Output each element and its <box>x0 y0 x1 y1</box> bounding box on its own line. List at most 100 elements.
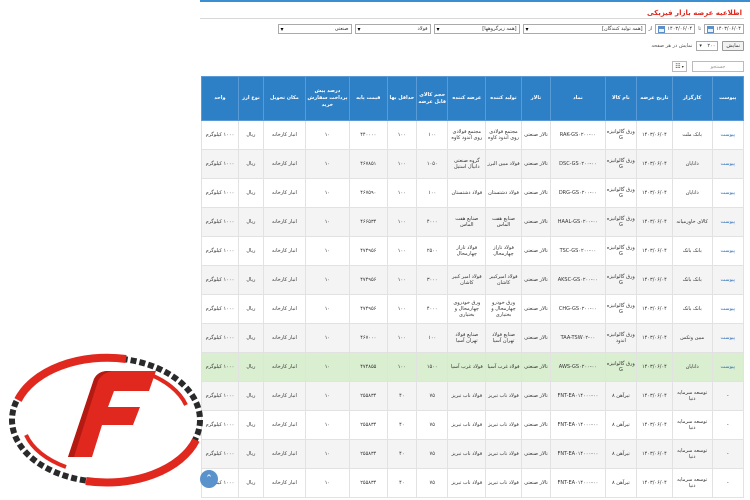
table-cell: - <box>711 410 744 440</box>
column-header[interactable]: واحد <box>201 76 239 121</box>
subgroup-select-value: [همه زیرگروهها] <box>482 26 517 32</box>
table-header-row: پیوست کارگزار تاریخ عرضه نام کالا نماد تالار ت… <box>201 76 744 121</box>
table-cell: ریال <box>237 178 264 208</box>
chevron-down-icon: ▾ <box>525 25 529 33</box>
table-cell: ۱۰۰۰ کیلوگرم <box>201 149 239 179</box>
column-header[interactable]: تاریخ عرضه <box>636 76 673 121</box>
table-cell: ۲۵۵۸۳۴ <box>348 410 388 440</box>
attachment-link[interactable]: پیوست <box>711 207 744 237</box>
table-cell: ۳۰۰۰ <box>415 265 449 295</box>
table-row: - توسعه سرمایه دنیا ۱۴۰۳/۰۶/۰۴ تیرآهن ۸ FNT-… <box>201 468 744 498</box>
table-cell: ۱۰۰۰ کیلوگرم <box>201 120 239 150</box>
attachment-link[interactable]: پیوست <box>711 178 744 208</box>
columns-icon: ☷ <box>675 63 681 70</box>
table-cell: ۲۵۰۰ <box>415 236 449 266</box>
search-input[interactable]: جستجو <box>692 61 744 72</box>
column-header[interactable]: قیمت پایه <box>348 76 388 121</box>
column-header[interactable]: عرضه کننده <box>447 76 487 121</box>
table-cell: ریال <box>237 294 264 324</box>
scroll-to-top-button[interactable]: ⌃ <box>200 470 218 488</box>
table-cell: صنایع فولاد تهران آسیا <box>485 323 522 353</box>
table-cell: توسعه سرمایه دنیا <box>671 381 713 411</box>
table-cell: فولاد ناب تبریز <box>447 381 487 411</box>
table-cell: ۲۵۵۸۳۴ <box>348 468 388 498</box>
table-cell: ورق خودرو چهارمحال و بختیاری <box>485 294 522 324</box>
title-divider <box>200 18 744 19</box>
table-cell: ۱۴۰۳/۰۶/۰۴ <box>636 294 673 324</box>
column-header[interactable]: تالار <box>520 76 552 121</box>
column-header[interactable]: نوع ارز <box>237 76 264 121</box>
table-cell: - <box>711 381 744 411</box>
table-cell: انبار کارخانه <box>262 207 306 237</box>
table-cell: ۱۴۰۳/۰۶/۰۴ <box>636 381 673 411</box>
table-cell: تالار صنعتی <box>520 439 552 469</box>
table-cell: ۱۰ <box>304 120 350 150</box>
table-cell: ۴۰ <box>386 468 418 498</box>
column-header[interactable]: نام کالا <box>604 76 638 121</box>
table-cell: RAK-GS۰۲۰۰-۰۰ <box>550 120 606 150</box>
calendar-icon[interactable] <box>658 25 666 33</box>
table-row: پیوست دانایان ۱۴۰۳/۰۶/۰۴ ورق گالوانیزه G AWS… <box>201 352 744 382</box>
table-cell: فولاد غرب آسیا <box>447 352 487 382</box>
column-header[interactable]: حجم کالای قابل عرضه <box>415 76 449 121</box>
column-header[interactable]: تولید کننده <box>485 76 522 121</box>
table-cell: تیرآهن ۸ <box>604 439 638 469</box>
table-cell: فولاد امیر کبیر کاشان <box>447 265 487 295</box>
table-cell: صنایع هفت الماس <box>447 207 487 237</box>
table-cell: ریال <box>237 265 264 295</box>
table-cell: ورق گالوانیزه G <box>604 207 638 237</box>
table-cell: ۱۰ <box>304 207 350 237</box>
market-select[interactable]: صنعتی ▾ <box>277 24 352 34</box>
column-header[interactable]: پیوست <box>711 76 744 121</box>
per-page-select[interactable]: ۲۰۰ ▾ <box>696 41 719 51</box>
table-cell: صنایع فولاد تهران آسیا <box>447 323 487 353</box>
show-button[interactable]: نمایش <box>722 41 744 51</box>
f-logo <box>9 353 203 487</box>
attachment-link[interactable]: پیوست <box>711 294 744 324</box>
table-cell: تالار صنعتی <box>520 207 552 237</box>
attachment-link[interactable]: پیوست <box>711 323 744 353</box>
table-cell: ورق گالوانیزه G <box>604 236 638 266</box>
table-cell: ۱۴۰۳/۰۶/۰۴ <box>636 120 673 150</box>
table-row: پیوست دانایان ۱۴۰۳/۰۶/۰۴ ورق گالوانیزه G DSC… <box>201 149 744 179</box>
table-cell: فولاد ناب تبریز <box>485 439 522 469</box>
table-cell: ۴۷۴۹۵۶ <box>348 236 388 266</box>
table-cell: ۱۴۰۳/۰۶/۰۴ <box>636 149 673 179</box>
product-select[interactable]: فولاد ▾ <box>354 24 431 34</box>
date-from-label: از <box>648 26 653 32</box>
table-cell: تالار صنعتی <box>520 323 552 353</box>
table-cell: ۱۰۰ <box>386 323 418 353</box>
table-cell: گروه صنعتی دانیال استیل <box>447 149 487 179</box>
table-cell: انبار کارخانه <box>262 410 306 440</box>
table-cell: ریال <box>237 410 264 440</box>
table-cell: فولاد ناب تبریز <box>447 468 487 498</box>
subgroup-select[interactable]: [همه زیرگروهها] ▾ <box>433 24 520 34</box>
attachment-link[interactable]: پیوست <box>711 149 744 179</box>
calendar-icon[interactable] <box>707 25 715 33</box>
date-to-input[interactable]: ۱۴۰۳/۰۶/۰۴ <box>704 24 744 34</box>
attachment-link[interactable]: پیوست <box>711 236 744 266</box>
table-cell: ۱۰ <box>304 381 350 411</box>
producer-select-value: [همه تولید کنندگان] <box>602 26 643 32</box>
table-cell: فولاد تاراز چهارمحال <box>447 236 487 266</box>
attachment-link[interactable]: پیوست <box>711 120 744 150</box>
column-header[interactable]: کارگزار <box>671 76 713 121</box>
table-cell: انبار کارخانه <box>262 178 306 208</box>
attachment-link[interactable]: پیوست <box>711 265 744 295</box>
column-header[interactable]: حداقل بها <box>386 76 418 121</box>
attachment-link[interactable]: پیوست <box>711 352 744 382</box>
table-body: پیوست بانک ملت ۱۴۰۳/۰۶/۰۴ ورق گالوانیزه G RA… <box>201 120 744 498</box>
table-cell: - <box>711 468 744 498</box>
table-cell: ورق گالوانیزه G <box>604 120 638 150</box>
producer-select[interactable]: [همه تولید کنندگان] ▾ <box>522 24 646 34</box>
column-header[interactable]: درصد پیش پرداخت سفارش خرید <box>304 76 350 121</box>
date-from-input[interactable]: ۱۴۰۳/۰۶/۰۴ <box>655 24 696 34</box>
column-header[interactable]: مکان تحویل <box>262 76 306 121</box>
table-tools: جستجو ☷ ▾ <box>672 61 744 72</box>
table-cell: مجتمع فولادی روی اندود کاوه <box>447 120 487 150</box>
columns-button[interactable]: ☷ ▾ <box>672 61 687 72</box>
table-cell: فولاد ناب تبریز <box>447 410 487 440</box>
table-cell: ۱۰۰۰ کیلوگرم <box>201 236 239 266</box>
table-cell: تالار صنعتی <box>520 120 552 150</box>
column-header[interactable]: نماد <box>550 76 606 121</box>
